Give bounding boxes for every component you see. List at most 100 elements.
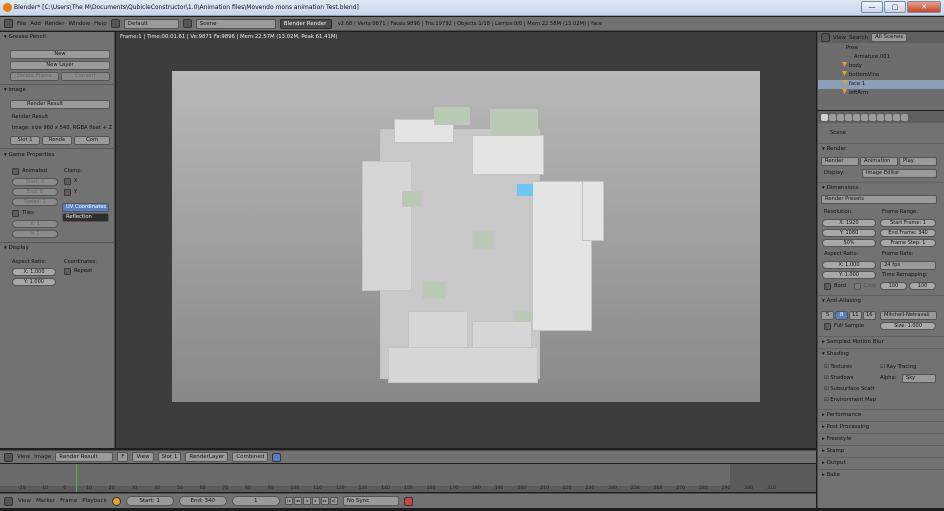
animated-checkbox[interactable] — [12, 168, 19, 175]
post-processing-panel-header[interactable]: ▸ Post Processing — [818, 421, 944, 431]
menu-window[interactable]: Window — [68, 21, 90, 27]
uv-coordinates-option[interactable]: UV Coordinates — [62, 203, 109, 212]
environment-map-option[interactable]: ☑ Environment Map — [824, 397, 876, 403]
end-frame-field[interactable]: End: 340 — [178, 496, 227, 506]
tile-x-field[interactable]: X: 1 — [12, 220, 58, 228]
render-result-selector[interactable]: Render Result — [10, 100, 110, 109]
current-frame-field[interactable]: 1 — [231, 496, 280, 506]
display-header[interactable]: ▾ Display — [0, 243, 29, 253]
bake-panel-header[interactable]: ▸ Bake — [818, 469, 944, 479]
constraints-tab-icon[interactable] — [853, 113, 860, 121]
image-header[interactable]: ▾ Image — [0, 85, 26, 95]
editor-type-icon[interactable] — [4, 19, 13, 28]
display-select[interactable]: Image Editor — [862, 169, 937, 178]
remap-old-field[interactable]: 100 — [880, 282, 907, 290]
clamp-y-checkbox[interactable] — [64, 189, 71, 196]
reflection-option[interactable]: Reflection — [62, 213, 109, 222]
aa-filter-select[interactable]: Mitchell-Netravali — [880, 311, 937, 320]
alpha-select[interactable]: Sky — [902, 374, 936, 383]
jump-start-icon[interactable]: |◂ — [284, 497, 293, 505]
start-frame-field[interactable]: Start: 1 — [125, 496, 174, 506]
prev-keyframe-icon[interactable]: ◂◂ — [293, 497, 302, 505]
image-editor-viewport[interactable]: Frame:1 | Time:00:01.61 | Ve:9871 Fa:989… — [116, 32, 816, 448]
shadows-option[interactable]: ☑ Shadows — [824, 375, 853, 381]
remap-new-field[interactable]: 100 — [909, 282, 936, 290]
render-layer-select[interactable]: Rende — [42, 136, 72, 145]
physics-tab-icon[interactable] — [901, 113, 908, 121]
grease-pencil-new-button[interactable]: New — [10, 50, 110, 59]
aspect-y-field[interactable]: Y: 1.000 — [12, 278, 56, 286]
delete-frame-button[interactable]: Delete Frame — [10, 72, 59, 81]
render-button[interactable]: Render — [821, 157, 859, 166]
frame-step-field[interactable]: Frame Step: 1 — [880, 239, 936, 247]
convert-button[interactable]: Convert — [61, 72, 110, 81]
timeline-frame-menu[interactable]: Frame — [60, 498, 77, 504]
screen-layout-icon[interactable] — [110, 19, 120, 28]
outliner-editor-icon[interactable] — [821, 33, 830, 42]
fake-user-toggle[interactable]: F — [117, 452, 129, 462]
timeline-marker-menu[interactable]: Marker — [36, 498, 55, 504]
material-tab-icon[interactable] — [877, 113, 884, 121]
slot-select[interactable]: Slot 1 — [157, 452, 182, 462]
resolution-x-field[interactable]: X: 1920 — [822, 219, 876, 227]
end-frame-field[interactable]: End Frame: 340 — [880, 229, 936, 237]
animation-button[interactable]: Animation — [860, 157, 898, 166]
textures-option[interactable]: ☑ Textures — [824, 364, 852, 370]
minimize-button[interactable]: — — [861, 1, 883, 13]
speed-field[interactable]: Speed: 1 — [12, 198, 58, 206]
render-panel-header[interactable]: ▾ Render — [818, 143, 944, 153]
subsurface-option[interactable]: ☑ Subsurface Scatt — [824, 386, 874, 392]
start-frame-field[interactable]: Start Frame: 1 — [880, 219, 936, 227]
play-reverse-icon[interactable]: ◂ — [302, 497, 311, 505]
tiles-checkbox[interactable] — [12, 210, 19, 217]
view-select[interactable]: View — [132, 452, 154, 462]
outliner-row-armature[interactable]: Armature.001 — [818, 53, 944, 62]
freestyle-panel-header[interactable]: ▸ Freestyle — [818, 433, 944, 443]
outliner-row-bottomvine[interactable]: bottomVine — [818, 71, 944, 80]
data-tab-icon[interactable] — [869, 113, 876, 121]
draw-channels-icon[interactable] — [272, 452, 282, 462]
playhead[interactable] — [76, 464, 77, 492]
stamp-panel-header[interactable]: ▸ Stamp — [818, 445, 944, 455]
outliner-row-pose[interactable]: Pose — [818, 44, 944, 53]
anti-aliasing-panel-header[interactable]: ▾ Anti-Aliasing — [818, 295, 944, 305]
aa-level-16[interactable]: 16 — [863, 311, 876, 320]
next-keyframe-icon[interactable]: ▸▸ — [320, 497, 329, 505]
scene-icon[interactable] — [182, 19, 192, 28]
aspect-x-field[interactable]: X: 1.000 — [822, 261, 876, 269]
menu-file[interactable]: File — [17, 21, 26, 27]
maximize-button[interactable]: ▢ — [884, 1, 906, 13]
editor-type-icon[interactable] — [4, 496, 13, 506]
resolution-y-field[interactable]: Y: 1080 — [822, 229, 876, 237]
image-view-menu[interactable]: View — [17, 454, 30, 460]
scene-tab-icon[interactable] — [829, 113, 836, 121]
jump-end-icon[interactable]: ▸| — [329, 497, 338, 505]
shading-panel-header[interactable]: ▾ Shading — [818, 348, 944, 358]
frame-rate-select[interactable]: 24 fps — [880, 261, 936, 270]
outliner-view-menu[interactable]: View — [833, 35, 846, 41]
outliner-row-leftarm[interactable]: leftArm — [818, 89, 944, 98]
aspect-x-field[interactable]: X: 1.000 — [12, 268, 56, 276]
aspect-y-field[interactable]: Y: 1.000 — [822, 271, 876, 279]
render-engine-select[interactable]: Blender Render — [279, 18, 332, 29]
menu-add[interactable]: Add — [30, 21, 41, 27]
outliner-display-mode[interactable]: All Scenes — [870, 33, 908, 42]
object-tab-icon[interactable] — [845, 113, 852, 121]
sync-mode-select[interactable]: No Sync — [342, 496, 399, 506]
particles-tab-icon[interactable] — [893, 113, 900, 121]
outliner-search-menu[interactable]: Search — [849, 35, 868, 41]
filter-size-field[interactable]: Size: 1.000 — [880, 322, 936, 330]
grease-pencil-header[interactable]: ▾ Grease Pencil — [0, 32, 114, 42]
menu-render[interactable]: Render — [45, 21, 65, 27]
motion-blur-panel-header[interactable]: ▸ Sampled Motion Blur — [818, 336, 944, 346]
output-panel-header[interactable]: ▸ Output — [818, 457, 944, 467]
clock-icon[interactable] — [111, 496, 121, 506]
ray-tracing-option[interactable]: ☑ Ray Tracing — [880, 364, 916, 370]
outliner-row-body[interactable]: body — [818, 62, 944, 71]
texture-tab-icon[interactable] — [885, 113, 892, 121]
timeline-playback-menu[interactable]: Playback — [82, 498, 107, 504]
clamp-x-checkbox[interactable] — [64, 178, 71, 185]
image-menu[interactable]: Image — [34, 454, 51, 460]
aa-level-5[interactable]: 5 — [821, 311, 834, 320]
tile-y-field[interactable]: Y: 1 — [12, 230, 58, 238]
